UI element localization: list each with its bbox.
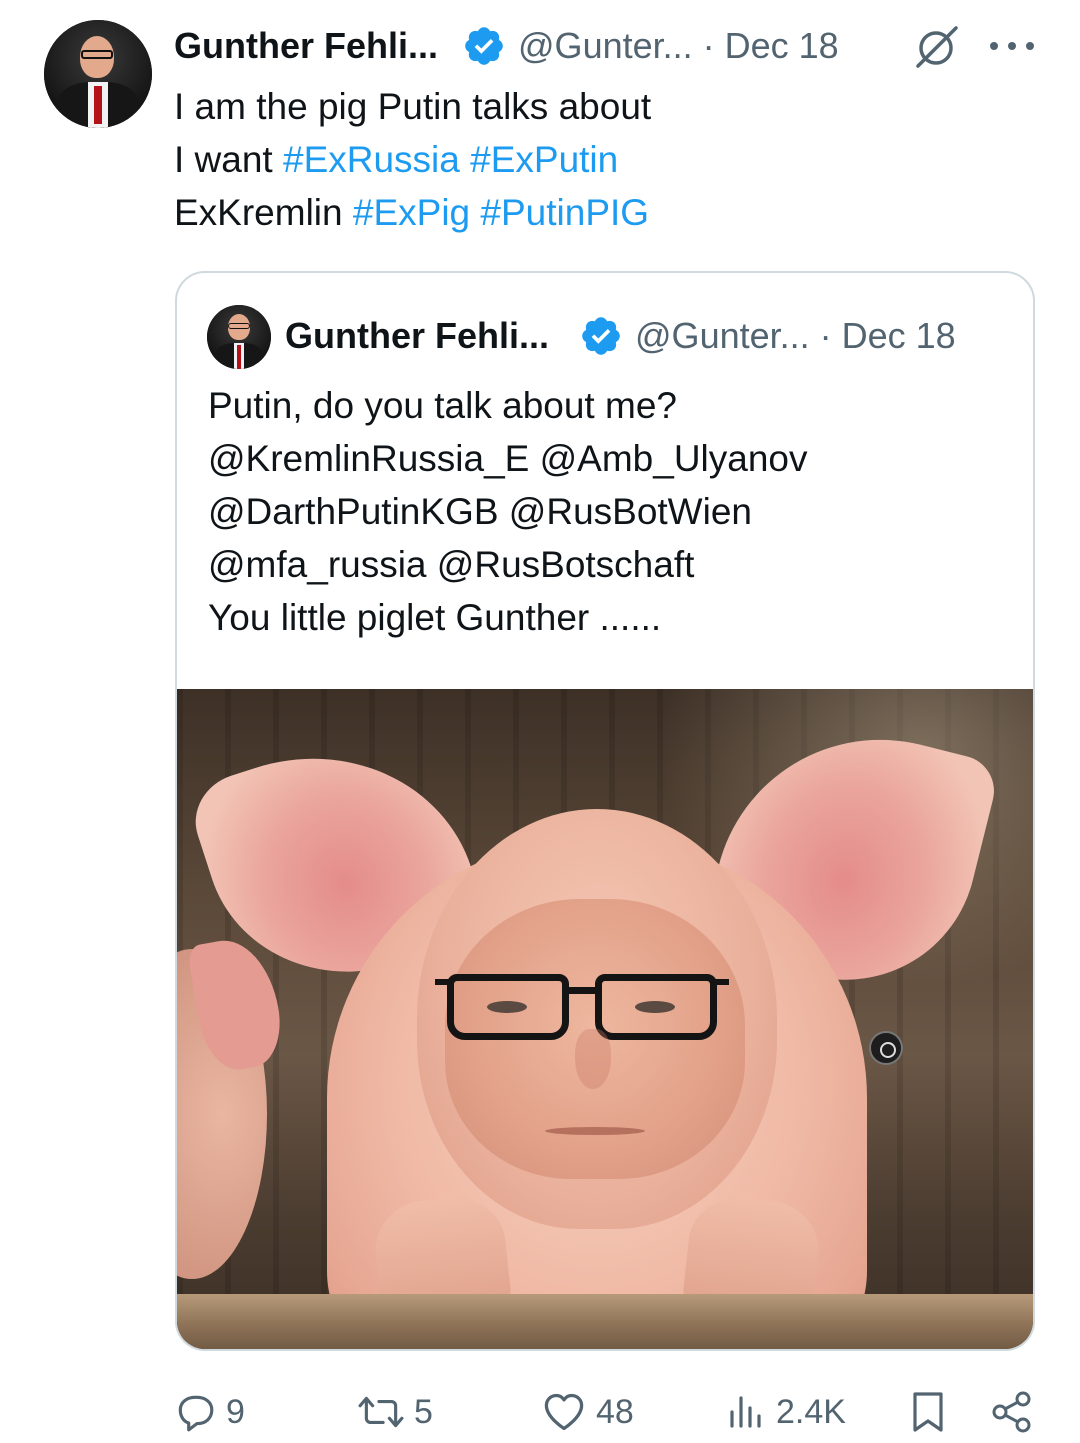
views-icon [726, 1392, 766, 1432]
quoted-line: You little piglet Gunther ...... [208, 597, 662, 638]
quoted-line: @DarthPutinKGB @RusBotWien [208, 491, 752, 532]
verified-badge-icon[interactable] [579, 314, 623, 358]
glasses-lens-left [447, 974, 569, 1040]
hashtag-link[interactable]: #ExRussia [283, 139, 460, 180]
share-icon [990, 1390, 1034, 1434]
quoted-tweet-date[interactable]: Dec 18 [842, 315, 956, 357]
tweet-text: I am the pig Putin talks about I want #E… [174, 80, 651, 239]
views-button[interactable]: 2.4K [726, 1388, 846, 1436]
quoted-author-avatar[interactable] [207, 305, 271, 369]
quoted-author-handle[interactable]: @Gunter... [635, 315, 810, 357]
glasses-lens-right [595, 974, 717, 1040]
tweet-line: I want #ExRussia #ExPutin [174, 133, 651, 186]
author-avatar[interactable] [44, 20, 152, 128]
repost-count: 5 [414, 1392, 433, 1431]
glasses-temple-left [435, 979, 449, 985]
tweet-line: ExKremlin #ExPig #PutinPIG [174, 186, 651, 239]
text-segment: I am the pig Putin talks about [174, 86, 652, 127]
tweet-line: I am the pig Putin talks about [174, 80, 651, 133]
quoted-line: Putin, do you talk about me? [208, 385, 677, 426]
quoted-line: @KremlinRussia_E @Amb_Ulyanov [208, 438, 808, 479]
views-count: 2.4K [776, 1392, 846, 1431]
quoted-tweet-text: Putin, do you talk about me? @KremlinRus… [208, 379, 808, 644]
like-icon [542, 1390, 586, 1434]
repost-button[interactable]: 5 [358, 1388, 433, 1436]
quoted-author-name[interactable]: Gunther Fehli... [285, 315, 549, 357]
quoted-tweet-header: Gunther Fehli... @Gunter... · Dec 18 [285, 313, 956, 359]
quoted-tweet-card[interactable]: Gunther Fehli... @Gunter... · Dec 18 Put… [175, 271, 1035, 1351]
share-button[interactable] [990, 1388, 1034, 1436]
watermark-logo [869, 1031, 903, 1065]
hashtag-link[interactable]: #ExPutin [470, 139, 618, 180]
tweet-action-bar: 9 5 48 2.4K [174, 1388, 1036, 1436]
separator-dot: · [702, 25, 715, 66]
tweet-date[interactable]: Dec 18 [725, 25, 839, 67]
tweet-header: Gunther Fehli... @Gunter... · Dec 18 [174, 22, 839, 70]
quoted-line: @mfa_russia @RusBotschaft [208, 544, 695, 585]
reply-count: 9 [226, 1392, 245, 1431]
quoted-tweet-image[interactable] [177, 689, 1033, 1349]
text-segment [460, 139, 470, 180]
like-button[interactable]: 48 [542, 1388, 634, 1436]
text-segment [470, 192, 480, 233]
reply-button[interactable]: 9 [174, 1388, 245, 1436]
glasses-temple-right [715, 979, 729, 985]
verified-badge-icon[interactable] [462, 24, 506, 68]
reply-icon [174, 1391, 216, 1433]
bookmark-icon [908, 1390, 948, 1434]
glasses-bridge [567, 987, 597, 994]
bookmark-button[interactable] [908, 1388, 948, 1436]
author-handle[interactable]: @Gunter... [518, 25, 693, 67]
hashtag-link[interactable]: #PutinPIG [480, 192, 649, 233]
hashtag-link[interactable]: #ExPig [353, 192, 470, 233]
text-segment: ExKremlin [174, 192, 353, 233]
author-name[interactable]: Gunther Fehli... [174, 25, 438, 67]
text-segment: I want [174, 139, 283, 180]
nose [575, 1029, 611, 1089]
grok-icon[interactable] [912, 24, 962, 70]
more-options-icon[interactable] [990, 34, 1034, 58]
mouth [545, 1127, 645, 1135]
repost-icon [358, 1391, 404, 1433]
like-count: 48 [596, 1392, 634, 1431]
wooden-rail [177, 1294, 1033, 1349]
separator-dot: · [819, 315, 832, 356]
